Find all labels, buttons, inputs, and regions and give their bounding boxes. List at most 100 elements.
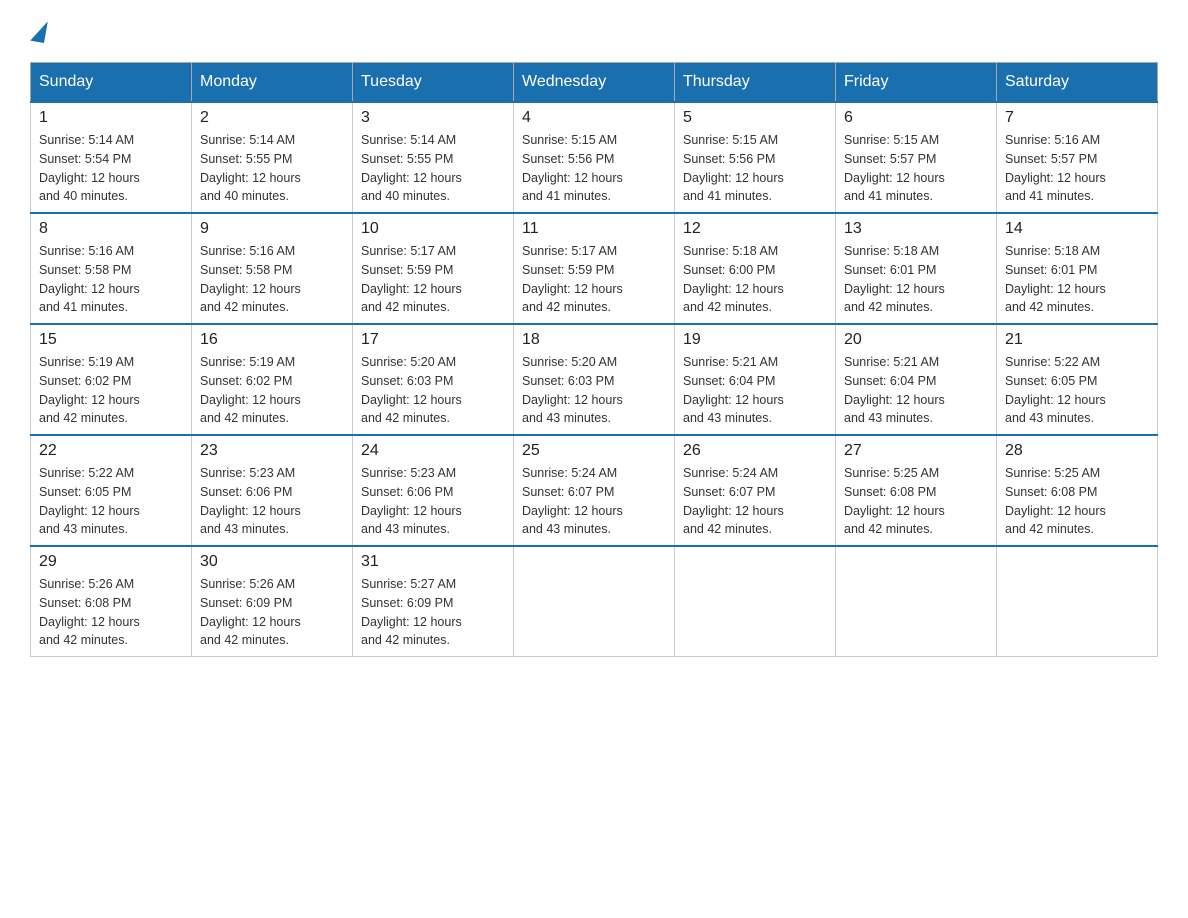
day-info: Sunrise: 5:18 AMSunset: 6:01 PMDaylight:… [1005, 242, 1149, 317]
day-number: 6 [844, 109, 988, 127]
day-number: 25 [522, 442, 666, 460]
day-number: 19 [683, 331, 827, 349]
day-number: 21 [1005, 331, 1149, 349]
table-row: 16 Sunrise: 5:19 AMSunset: 6:02 PMDayligh… [192, 324, 353, 435]
day-number: 17 [361, 331, 505, 349]
day-info: Sunrise: 5:21 AMSunset: 6:04 PMDaylight:… [683, 353, 827, 428]
table-row: 15 Sunrise: 5:19 AMSunset: 6:02 PMDayligh… [31, 324, 192, 435]
day-number: 26 [683, 442, 827, 460]
table-row: 8 Sunrise: 5:16 AMSunset: 5:58 PMDaylight… [31, 213, 192, 324]
day-info: Sunrise: 5:19 AMSunset: 6:02 PMDaylight:… [200, 353, 344, 428]
table-row: 26 Sunrise: 5:24 AMSunset: 6:07 PMDayligh… [675, 435, 836, 546]
table-row: 23 Sunrise: 5:23 AMSunset: 6:06 PMDayligh… [192, 435, 353, 546]
day-number: 11 [522, 220, 666, 238]
col-tuesday: Tuesday [353, 63, 514, 103]
day-info: Sunrise: 5:26 AMSunset: 6:08 PMDaylight:… [39, 575, 183, 650]
day-info: Sunrise: 5:15 AMSunset: 5:57 PMDaylight:… [844, 131, 988, 206]
day-number: 5 [683, 109, 827, 127]
day-number: 8 [39, 220, 183, 238]
day-number: 12 [683, 220, 827, 238]
table-row: 25 Sunrise: 5:24 AMSunset: 6:07 PMDayligh… [514, 435, 675, 546]
table-row: 7 Sunrise: 5:16 AMSunset: 5:57 PMDaylight… [997, 102, 1158, 213]
table-row: 17 Sunrise: 5:20 AMSunset: 6:03 PMDayligh… [353, 324, 514, 435]
col-saturday: Saturday [997, 63, 1158, 103]
day-info: Sunrise: 5:19 AMSunset: 6:02 PMDaylight:… [39, 353, 183, 428]
day-info: Sunrise: 5:24 AMSunset: 6:07 PMDaylight:… [683, 464, 827, 539]
day-info: Sunrise: 5:18 AMSunset: 6:00 PMDaylight:… [683, 242, 827, 317]
day-number: 28 [1005, 442, 1149, 460]
day-info: Sunrise: 5:23 AMSunset: 6:06 PMDaylight:… [200, 464, 344, 539]
day-info: Sunrise: 5:18 AMSunset: 6:01 PMDaylight:… [844, 242, 988, 317]
col-friday: Friday [836, 63, 997, 103]
day-info: Sunrise: 5:27 AMSunset: 6:09 PMDaylight:… [361, 575, 505, 650]
day-number: 7 [1005, 109, 1149, 127]
day-number: 23 [200, 442, 344, 460]
table-row: 9Sunrise: 5:16 AMSunset: 5:58 PMDaylight… [192, 213, 353, 324]
table-row [997, 546, 1158, 657]
table-row: 5 Sunrise: 5:15 AMSunset: 5:56 PMDaylight… [675, 102, 836, 213]
calendar-week-row: 1 Sunrise: 5:14 AMSunset: 5:54 PMDaylight… [31, 102, 1158, 213]
table-row [675, 546, 836, 657]
day-number: 1 [39, 109, 183, 127]
day-number: 9 [200, 220, 344, 238]
logo-triangle-icon [30, 19, 48, 43]
day-number: 24 [361, 442, 505, 460]
calendar-week-row: 22Sunrise: 5:22 AMSunset: 6:05 PMDayligh… [31, 435, 1158, 546]
day-number: 14 [1005, 220, 1149, 238]
day-number: 13 [844, 220, 988, 238]
table-row: 19 Sunrise: 5:21 AMSunset: 6:04 PMDayligh… [675, 324, 836, 435]
day-info: Sunrise: 5:17 AMSunset: 5:59 PMDaylight:… [522, 242, 666, 317]
col-thursday: Thursday [675, 63, 836, 103]
table-row: 2 Sunrise: 5:14 AMSunset: 5:55 PMDaylight… [192, 102, 353, 213]
day-info: Sunrise: 5:22 AMSunset: 6:05 PMDaylight:… [39, 464, 183, 539]
table-row: 6 Sunrise: 5:15 AMSunset: 5:57 PMDaylight… [836, 102, 997, 213]
day-number: 16 [200, 331, 344, 349]
table-row: 11 Sunrise: 5:17 AMSunset: 5:59 PMDayligh… [514, 213, 675, 324]
day-number: 27 [844, 442, 988, 460]
day-number: 29 [39, 553, 183, 571]
table-row: 20Sunrise: 5:21 AMSunset: 6:04 PMDayligh… [836, 324, 997, 435]
day-info: Sunrise: 5:16 AMSunset: 5:58 PMDaylight:… [39, 242, 183, 317]
day-info: Sunrise: 5:24 AMSunset: 6:07 PMDaylight:… [522, 464, 666, 539]
day-number: 30 [200, 553, 344, 571]
col-monday: Monday [192, 63, 353, 103]
day-info: Sunrise: 5:16 AMSunset: 5:57 PMDaylight:… [1005, 131, 1149, 206]
day-number: 31 [361, 553, 505, 571]
col-wednesday: Wednesday [514, 63, 675, 103]
table-row: 29 Sunrise: 5:26 AMSunset: 6:08 PMDayligh… [31, 546, 192, 657]
day-number: 10 [361, 220, 505, 238]
day-info: Sunrise: 5:15 AMSunset: 5:56 PMDaylight:… [522, 131, 666, 206]
day-info: Sunrise: 5:20 AMSunset: 6:03 PMDaylight:… [361, 353, 505, 428]
logo [30, 20, 52, 42]
table-row: 18Sunrise: 5:20 AMSunset: 6:03 PMDayligh… [514, 324, 675, 435]
day-info: Sunrise: 5:25 AMSunset: 6:08 PMDaylight:… [1005, 464, 1149, 539]
day-info: Sunrise: 5:15 AMSunset: 5:56 PMDaylight:… [683, 131, 827, 206]
table-row: 3 Sunrise: 5:14 AMSunset: 5:55 PMDaylight… [353, 102, 514, 213]
table-row [836, 546, 997, 657]
col-sunday: Sunday [31, 63, 192, 103]
table-row: 30 Sunrise: 5:26 AMSunset: 6:09 PMDayligh… [192, 546, 353, 657]
day-number: 15 [39, 331, 183, 349]
calendar-header-row: Sunday Monday Tuesday Wednesday Thursday… [31, 63, 1158, 103]
table-row: 27Sunrise: 5:25 AMSunset: 6:08 PMDayligh… [836, 435, 997, 546]
table-row: 22Sunrise: 5:22 AMSunset: 6:05 PMDayligh… [31, 435, 192, 546]
day-info: Sunrise: 5:14 AMSunset: 5:55 PMDaylight:… [200, 131, 344, 206]
table-row [514, 546, 675, 657]
table-row: 24 Sunrise: 5:23 AMSunset: 6:06 PMDayligh… [353, 435, 514, 546]
day-info: Sunrise: 5:14 AMSunset: 5:55 PMDaylight:… [361, 131, 505, 206]
calendar-week-row: 8 Sunrise: 5:16 AMSunset: 5:58 PMDaylight… [31, 213, 1158, 324]
day-info: Sunrise: 5:14 AMSunset: 5:54 PMDaylight:… [39, 131, 183, 206]
table-row: 31 Sunrise: 5:27 AMSunset: 6:09 PMDayligh… [353, 546, 514, 657]
calendar-table: Sunday Monday Tuesday Wednesday Thursday… [30, 62, 1158, 657]
day-number: 2 [200, 109, 344, 127]
page-header [30, 20, 1158, 42]
table-row: 4 Sunrise: 5:15 AMSunset: 5:56 PMDaylight… [514, 102, 675, 213]
day-info: Sunrise: 5:26 AMSunset: 6:09 PMDaylight:… [200, 575, 344, 650]
day-info: Sunrise: 5:21 AMSunset: 6:04 PMDaylight:… [844, 353, 988, 428]
day-info: Sunrise: 5:17 AMSunset: 5:59 PMDaylight:… [361, 242, 505, 317]
day-number: 18 [522, 331, 666, 349]
day-number: 4 [522, 109, 666, 127]
day-number: 3 [361, 109, 505, 127]
table-row: 12 Sunrise: 5:18 AMSunset: 6:00 PMDayligh… [675, 213, 836, 324]
day-info: Sunrise: 5:23 AMSunset: 6:06 PMDaylight:… [361, 464, 505, 539]
